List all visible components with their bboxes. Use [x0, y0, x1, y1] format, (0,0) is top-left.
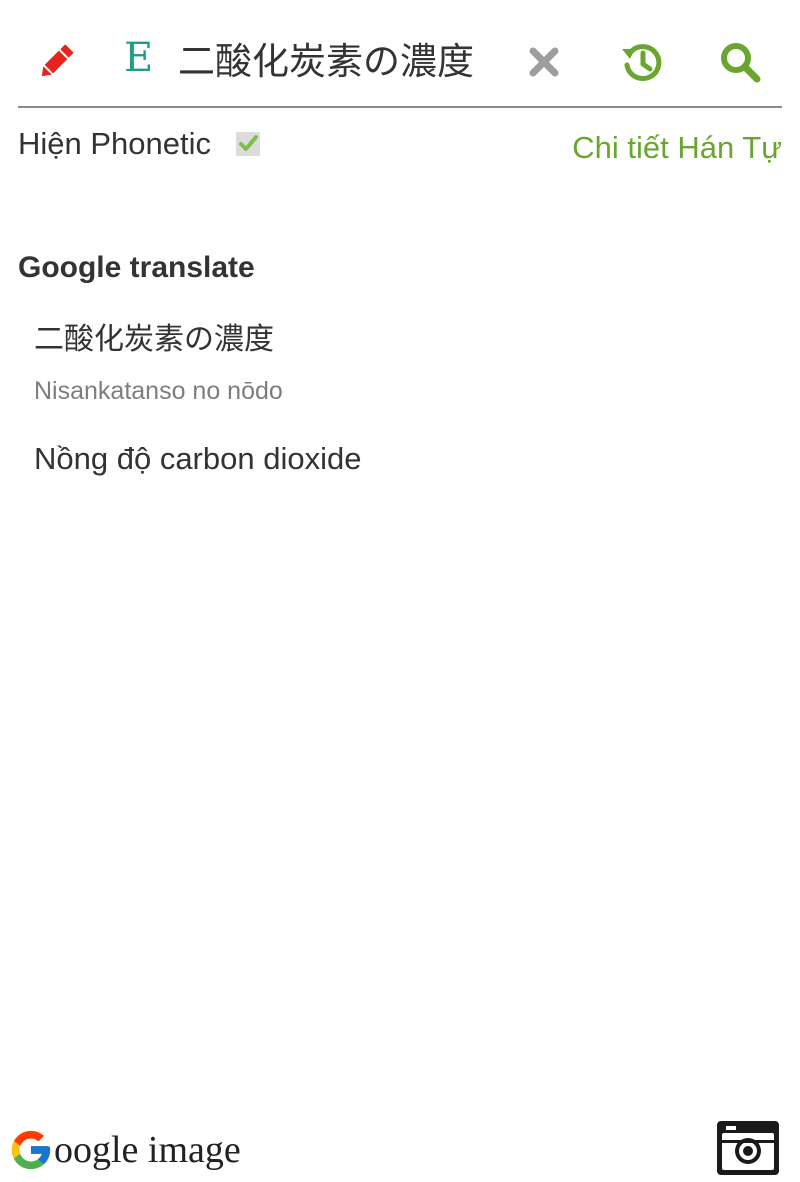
- history-icon[interactable]: [618, 38, 666, 86]
- pencil-icon[interactable]: [32, 38, 80, 86]
- close-icon[interactable]: [526, 42, 562, 82]
- language-indicator[interactable]: E: [124, 34, 153, 82]
- google-image-label: oogle image: [54, 1129, 241, 1171]
- phonetic-toggle-label: Hiện Phonetic: [18, 126, 212, 161]
- source-text: 二酸化炭素の濃度: [34, 322, 274, 357]
- google-g-icon: [11, 1130, 51, 1170]
- search-bar: E: [18, 0, 782, 108]
- google-image-button[interactable]: oogle image: [8, 1124, 241, 1176]
- phonetic-checkbox[interactable]: [236, 132, 260, 156]
- checkmark-icon: [239, 135, 258, 151]
- dictionary-page: E Hiện Phonetic: [0, 0, 800, 1182]
- translation-text: Nồng độ carbon dioxide: [34, 441, 362, 476]
- camera-icon[interactable]: [716, 1120, 780, 1176]
- phonetic-reading: Nisankatanso no nōdo: [34, 377, 283, 405]
- search-icon[interactable]: [716, 38, 764, 86]
- kanji-detail-link[interactable]: Chi tiết Hán Tự: [572, 128, 782, 168]
- google-translate-title: Google translate: [18, 251, 255, 284]
- search-input[interactable]: [178, 28, 508, 88]
